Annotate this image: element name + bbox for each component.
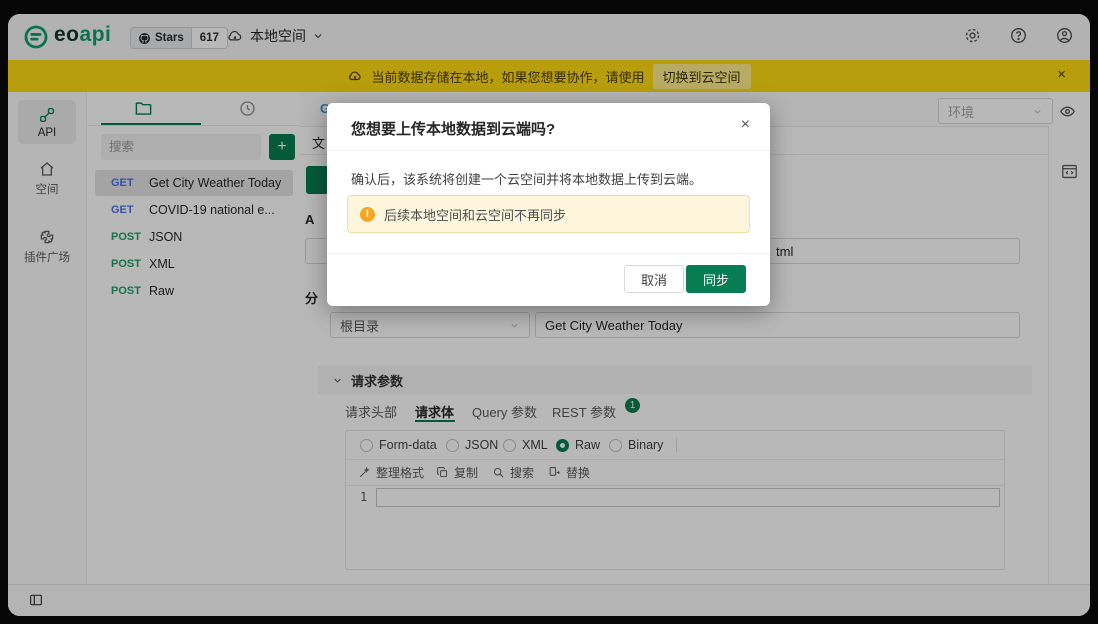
warning-icon: ! (360, 206, 375, 222)
warning-text: 后续本地空间和云空间不再同步 (384, 207, 567, 223)
dialog-title: 您想要上传本地数据到云端吗? (351, 121, 556, 138)
sync-button[interactable]: 同步 (685, 265, 746, 293)
cancel-button[interactable]: 取消 (623, 265, 684, 293)
dialog-close-icon[interactable]: × (741, 116, 750, 134)
dialog-message: 确认后，该系统将创建一个云空间并将本地数据上传到云端。 (351, 172, 703, 187)
divider (327, 253, 770, 254)
divider (327, 150, 770, 151)
warning-alert: ! 后续本地空间和云空间不再同步 (347, 195, 750, 233)
upload-to-cloud-dialog: 您想要上传本地数据到云端吗? × 确认后，该系统将创建一个云空间并将本地数据上传… (327, 103, 770, 306)
